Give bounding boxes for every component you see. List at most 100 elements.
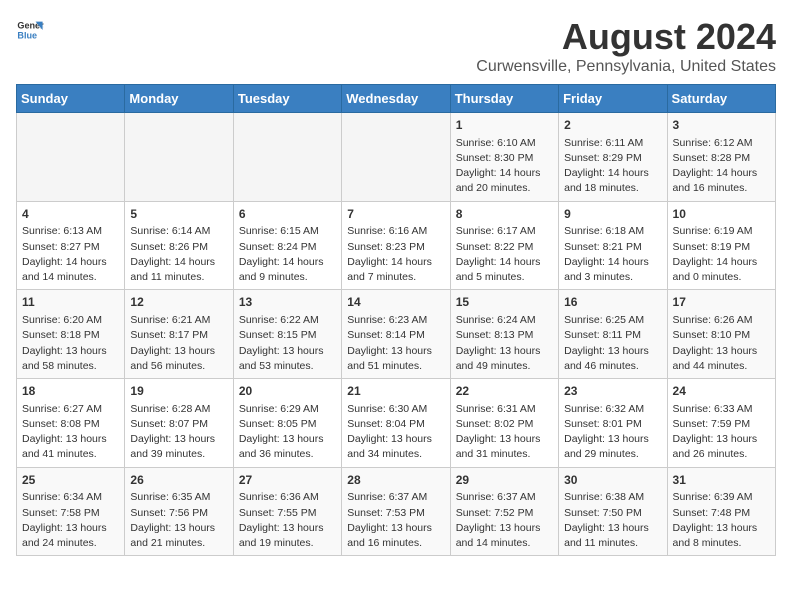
day-info: Sunrise: 6:34 AM Sunset: 7:58 PM Dayligh… [22,490,119,551]
day-info: Sunrise: 6:36 AM Sunset: 7:55 PM Dayligh… [239,490,336,551]
day-number: 26 [130,472,227,489]
day-cell [17,113,125,202]
logo-icon: General Blue [16,16,44,44]
day-info: Sunrise: 6:14 AM Sunset: 8:26 PM Dayligh… [130,224,227,285]
day-cell: 2 Sunrise: 6:11 AM Sunset: 8:29 PM Daylig… [559,113,667,202]
day-cell: 11Sunrise: 6:20 AM Sunset: 8:18 PM Dayli… [17,290,125,379]
day-cell: 9Sunrise: 6:18 AM Sunset: 8:21 PM Daylig… [559,201,667,290]
day-cell: 7Sunrise: 6:16 AM Sunset: 8:23 PM Daylig… [342,201,450,290]
day-info: Sunrise: 6:32 AM Sunset: 8:01 PM Dayligh… [564,402,661,463]
day-number: 16 [564,294,661,311]
day-cell [125,113,233,202]
day-number: 9 [564,206,661,223]
day-cell: 21 Sunrise: 6:30 AM Sunset: 8:04 PM Dayli… [342,379,450,468]
week-row-4: 18 Sunrise: 6:27 AM Sunset: 8:08 PM Dayli… [17,379,776,468]
day-info: Sunrise: 6:22 AM Sunset: 8:15 PM Dayligh… [239,313,336,374]
day-cell: 30Sunrise: 6:38 AM Sunset: 7:50 PM Dayli… [559,467,667,556]
day-cell: 27Sunrise: 6:36 AM Sunset: 7:55 PM Dayli… [233,467,341,556]
day-number: 15 [456,294,553,311]
day-info: Sunrise: 6:13 AM Sunset: 8:27 PM Dayligh… [22,224,119,285]
day-info: Sunrise: 6:11 AM Sunset: 8:29 PM Dayligh… [564,136,661,197]
calendar-body: 1Sunrise: 6:10 AM Sunset: 8:30 PM Daylig… [17,113,776,556]
day-number: 10 [673,206,770,223]
day-info: Sunrise: 6:12 AM Sunset: 8:28 PM Dayligh… [673,136,770,197]
day-cell: 19 Sunrise: 6:28 AM Sunset: 8:07 PM Dayli… [125,379,233,468]
day-info: Sunrise: 6:30 AM Sunset: 8:04 PM Dayligh… [347,402,444,463]
day-cell: 14 Sunrise: 6:23 AM Sunset: 8:14 PM Dayli… [342,290,450,379]
day-cell: 25Sunrise: 6:34 AM Sunset: 7:58 PM Dayli… [17,467,125,556]
day-cell: 8Sunrise: 6:17 AM Sunset: 8:22 PM Daylig… [450,201,558,290]
day-cell: 6Sunrise: 6:15 AM Sunset: 8:24 PM Daylig… [233,201,341,290]
day-info: Sunrise: 6:18 AM Sunset: 8:21 PM Dayligh… [564,224,661,285]
calendar-table: Sunday Monday Tuesday Wednesday Thursday… [16,84,776,556]
day-number: 17 [673,294,770,311]
day-info: Sunrise: 6:26 AM Sunset: 8:10 PM Dayligh… [673,313,770,374]
day-info: Sunrise: 6:38 AM Sunset: 7:50 PM Dayligh… [564,490,661,551]
day-number: 6 [239,206,336,223]
day-info: Sunrise: 6:28 AM Sunset: 8:07 PM Dayligh… [130,402,227,463]
day-number: 29 [456,472,553,489]
day-cell: 3 Sunrise: 6:12 AM Sunset: 8:28 PM Daylig… [667,113,775,202]
day-cell: 16 Sunrise: 6:25 AM Sunset: 8:11 PM Dayli… [559,290,667,379]
week-row-2: 4Sunrise: 6:13 AM Sunset: 8:27 PM Daylig… [17,201,776,290]
day-cell: 4Sunrise: 6:13 AM Sunset: 8:27 PM Daylig… [17,201,125,290]
day-number: 12 [130,294,227,311]
day-number: 8 [456,206,553,223]
day-info: Sunrise: 6:39 AM Sunset: 7:48 PM Dayligh… [673,490,770,551]
day-number: 28 [347,472,444,489]
day-number: 14 [347,294,444,311]
day-number: 27 [239,472,336,489]
col-thursday: Thursday [450,85,558,113]
day-cell: 15 Sunrise: 6:24 AM Sunset: 8:13 PM Dayli… [450,290,558,379]
day-info: Sunrise: 6:33 AM Sunset: 7:59 PM Dayligh… [673,402,770,463]
day-number: 5 [130,206,227,223]
weekday-row: Sunday Monday Tuesday Wednesday Thursday… [17,85,776,113]
day-info: Sunrise: 6:37 AM Sunset: 7:53 PM Dayligh… [347,490,444,551]
day-cell: 29Sunrise: 6:37 AM Sunset: 7:52 PM Dayli… [450,467,558,556]
day-info: Sunrise: 6:15 AM Sunset: 8:24 PM Dayligh… [239,224,336,285]
svg-text:Blue: Blue [17,30,37,40]
day-info: Sunrise: 6:35 AM Sunset: 7:56 PM Dayligh… [130,490,227,551]
col-friday: Friday [559,85,667,113]
day-info: Sunrise: 6:29 AM Sunset: 8:05 PM Dayligh… [239,402,336,463]
day-cell: 18 Sunrise: 6:27 AM Sunset: 8:08 PM Dayli… [17,379,125,468]
day-cell [233,113,341,202]
day-number: 20 [239,383,336,400]
day-cell: 10Sunrise: 6:19 AM Sunset: 8:19 PM Dayli… [667,201,775,290]
day-info: Sunrise: 6:16 AM Sunset: 8:23 PM Dayligh… [347,224,444,285]
day-number: 22 [456,383,553,400]
day-info: Sunrise: 6:19 AM Sunset: 8:19 PM Dayligh… [673,224,770,285]
col-wednesday: Wednesday [342,85,450,113]
day-cell: 26Sunrise: 6:35 AM Sunset: 7:56 PM Dayli… [125,467,233,556]
day-cell: 20 Sunrise: 6:29 AM Sunset: 8:05 PM Dayli… [233,379,341,468]
day-info: Sunrise: 6:21 AM Sunset: 8:17 PM Dayligh… [130,313,227,374]
day-number: 11 [22,294,119,311]
logo: General Blue [16,16,44,44]
day-info: Sunrise: 6:17 AM Sunset: 8:22 PM Dayligh… [456,224,553,285]
day-number: 4 [22,206,119,223]
week-row-1: 1Sunrise: 6:10 AM Sunset: 8:30 PM Daylig… [17,113,776,202]
day-number: 2 [564,117,661,134]
day-info: Sunrise: 6:37 AM Sunset: 7:52 PM Dayligh… [456,490,553,551]
day-number: 21 [347,383,444,400]
calendar-subtitle: Curwensville, Pennsylvania, United State… [476,58,776,76]
title-area: August 2024 Curwensville, Pennsylvania, … [476,16,776,76]
day-info: Sunrise: 6:27 AM Sunset: 8:08 PM Dayligh… [22,402,119,463]
day-number: 31 [673,472,770,489]
day-number: 24 [673,383,770,400]
day-info: Sunrise: 6:24 AM Sunset: 8:13 PM Dayligh… [456,313,553,374]
day-number: 30 [564,472,661,489]
week-row-5: 25Sunrise: 6:34 AM Sunset: 7:58 PM Dayli… [17,467,776,556]
day-info: Sunrise: 6:10 AM Sunset: 8:30 PM Dayligh… [456,136,553,197]
day-number: 18 [22,383,119,400]
col-monday: Monday [125,85,233,113]
day-info: Sunrise: 6:23 AM Sunset: 8:14 PM Dayligh… [347,313,444,374]
day-cell: 22Sunrise: 6:31 AM Sunset: 8:02 PM Dayli… [450,379,558,468]
day-number: 25 [22,472,119,489]
day-number: 19 [130,383,227,400]
col-saturday: Saturday [667,85,775,113]
day-cell [342,113,450,202]
day-info: Sunrise: 6:25 AM Sunset: 8:11 PM Dayligh… [564,313,661,374]
day-number: 3 [673,117,770,134]
day-cell: 5Sunrise: 6:14 AM Sunset: 8:26 PM Daylig… [125,201,233,290]
